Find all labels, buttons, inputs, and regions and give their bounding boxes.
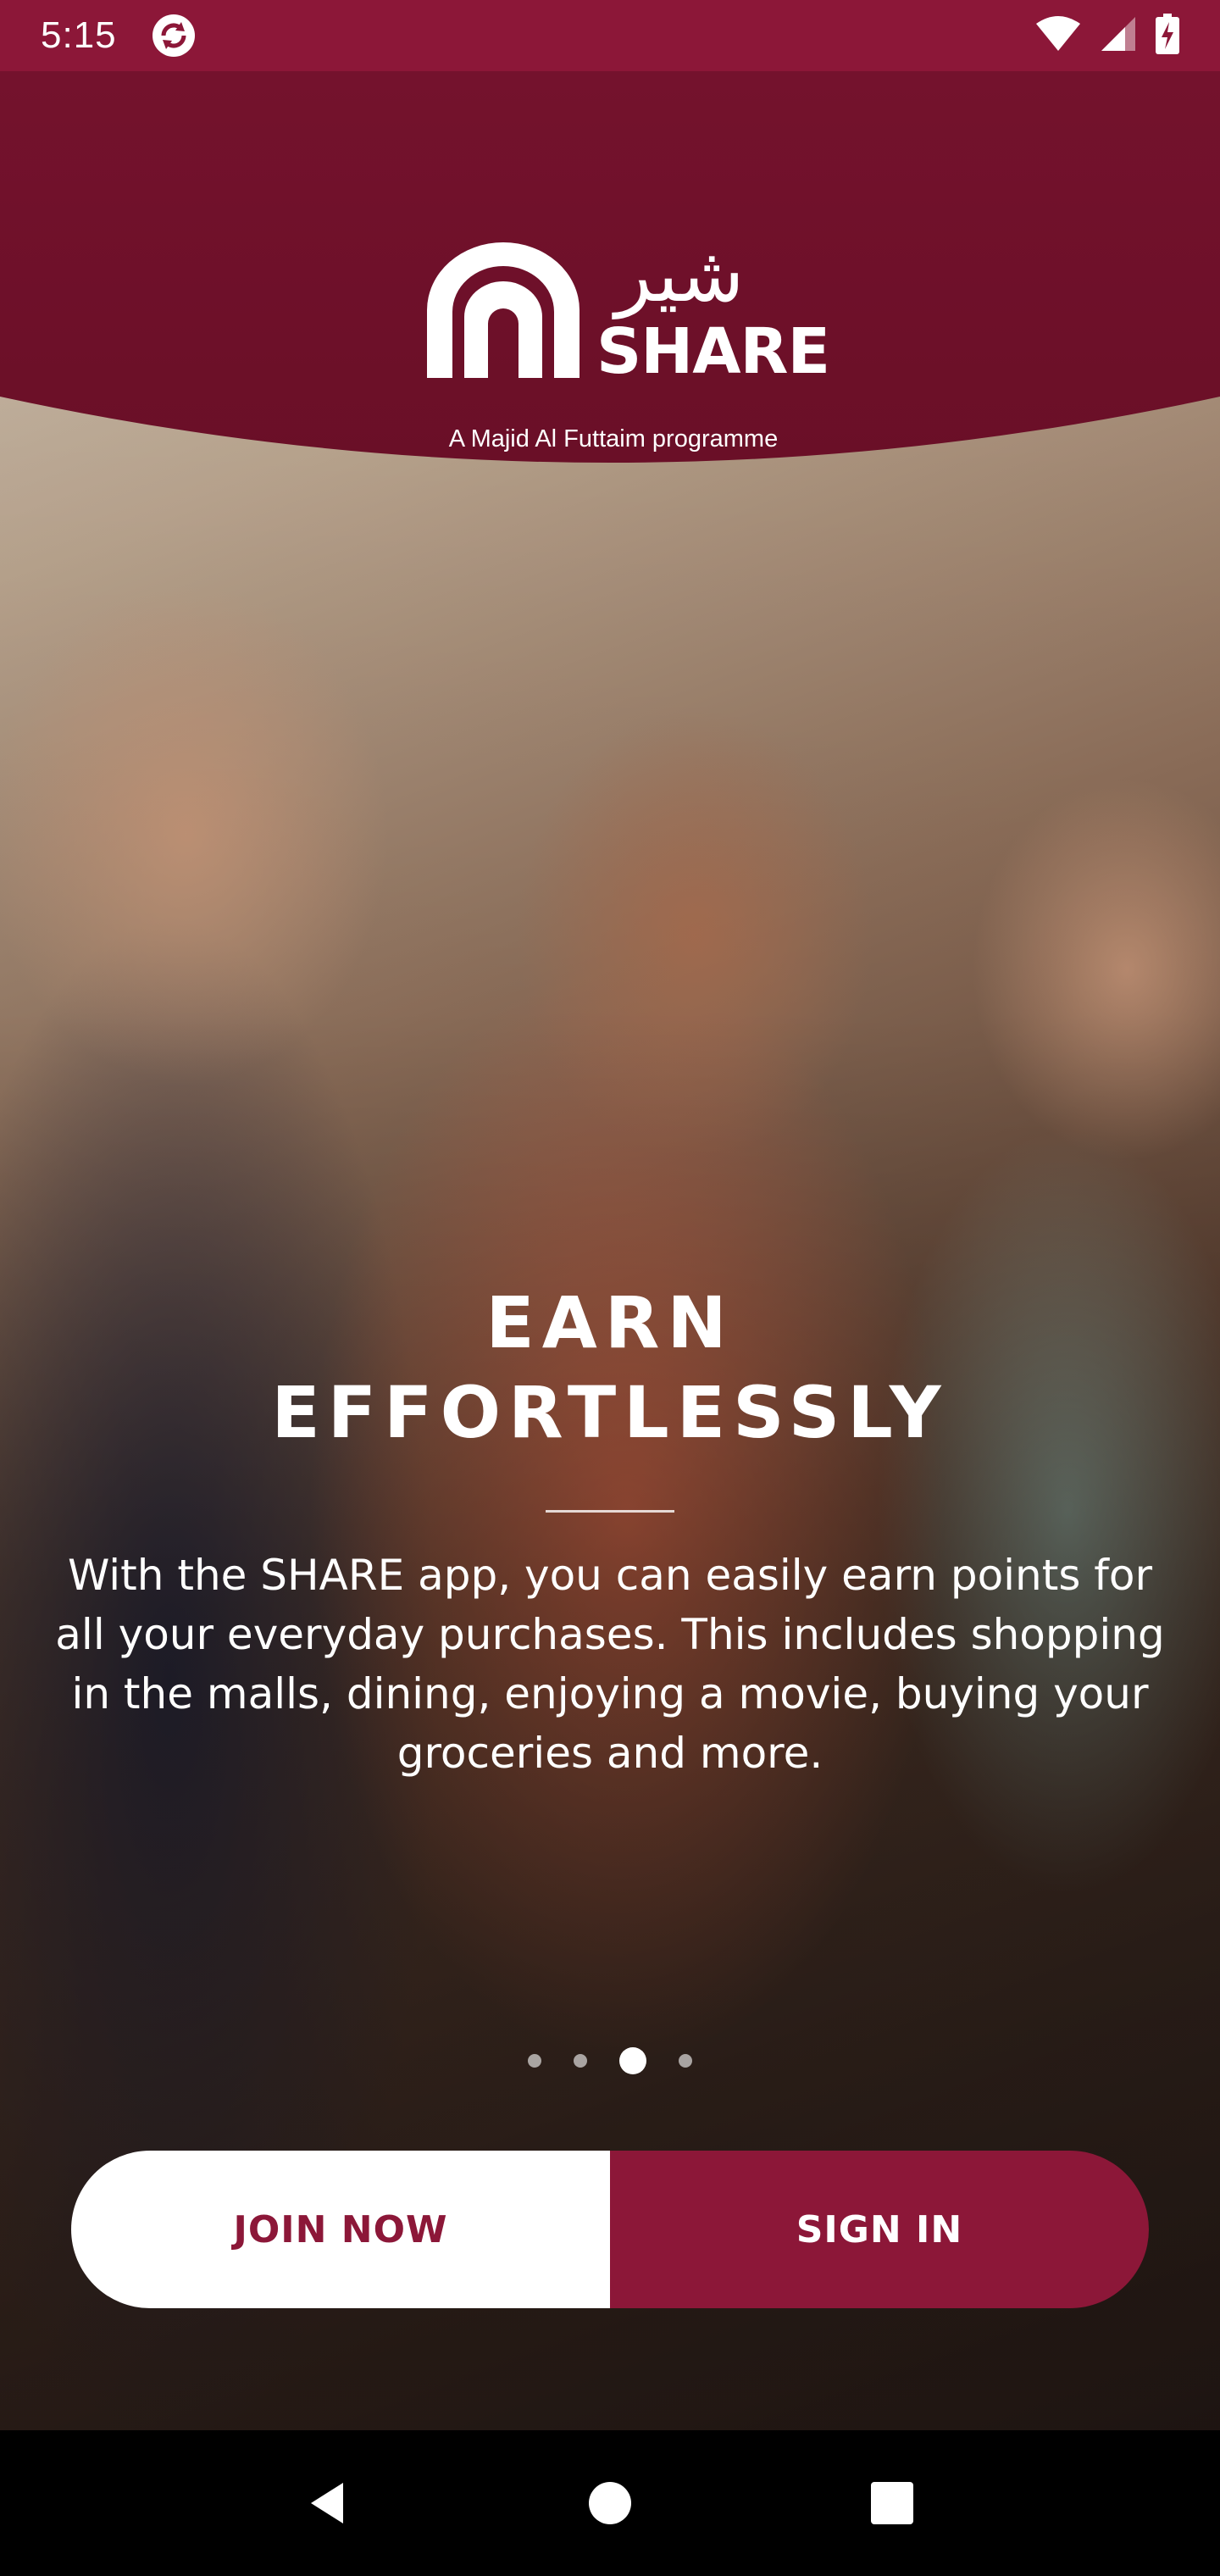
home-icon[interactable] bbox=[576, 2469, 644, 2537]
auth-button-group: JOIN NOW SIGN IN bbox=[71, 2151, 1149, 2308]
page-dot-1[interactable] bbox=[528, 2054, 541, 2068]
slide-title-line2: EFFORTLESSLY bbox=[271, 1371, 949, 1454]
status-time: 5:15 bbox=[41, 14, 117, 56]
battery-charging-icon bbox=[1156, 14, 1179, 58]
recents-icon[interactable] bbox=[858, 2469, 926, 2537]
logo-arabic-name: شير bbox=[615, 230, 745, 319]
status-bar: 5:15 bbox=[0, 0, 1220, 71]
join-now-button[interactable]: JOIN NOW bbox=[71, 2151, 610, 2308]
sign-in-button[interactable]: SIGN IN bbox=[610, 2151, 1149, 2308]
signal-icon bbox=[1100, 15, 1137, 56]
title-divider bbox=[546, 1510, 674, 1513]
page-dot-2[interactable] bbox=[574, 2054, 587, 2068]
slide-description: With the SHARE app, you can easily earn … bbox=[55, 1551, 1165, 1778]
share-logo: شير SHARE A Majid Al Futtaim programme bbox=[427, 171, 830, 452]
logo-tagline: A Majid Al Futtaim programme bbox=[448, 425, 779, 452]
page-dot-3-active[interactable] bbox=[619, 2047, 646, 2074]
back-icon[interactable] bbox=[294, 2469, 362, 2537]
page-indicator bbox=[0, 2047, 1220, 2074]
logo-wordmark: SHARE bbox=[596, 315, 830, 388]
brand-header: شير SHARE A Majid Al Futtaim programme bbox=[0, 71, 1220, 469]
sync-icon bbox=[151, 13, 197, 58]
slide-title: EARN EFFORTLESSLY bbox=[0, 1278, 1220, 1457]
page-dot-4[interactable] bbox=[679, 2054, 692, 2068]
share-logo-mark bbox=[427, 242, 580, 378]
slide-title-line1: EARN bbox=[485, 1281, 735, 1364]
wifi-icon bbox=[1035, 15, 1081, 56]
system-nav-bar bbox=[0, 2430, 1220, 2576]
